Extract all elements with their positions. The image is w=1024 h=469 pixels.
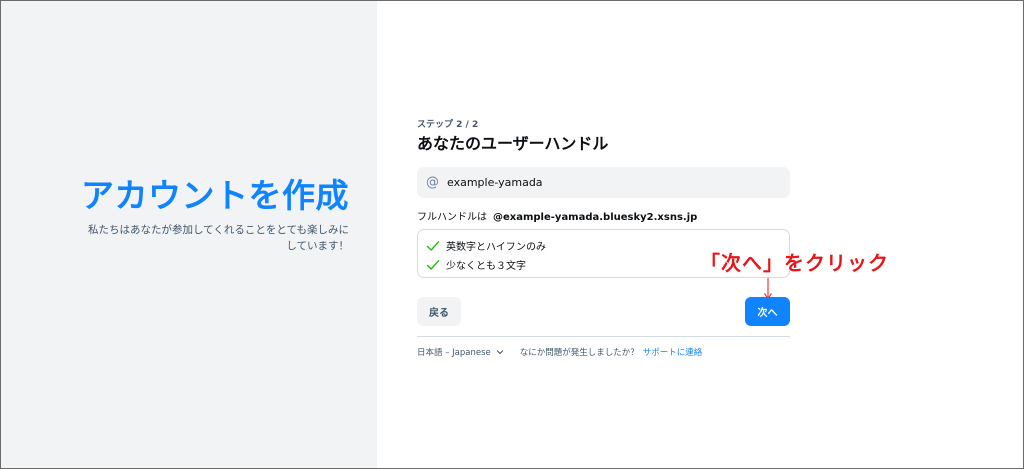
full-handle-text: フルハンドルは @example-yamada.bluesky2.xsns.jp (417, 208, 697, 223)
check-icon (426, 259, 440, 270)
at-icon: @ (426, 175, 439, 190)
left-panel: アカウントを作成 私たちはあなたが参加してくれることをとても楽しみにしています！ (1, 1, 377, 468)
form-heading: あなたのユーザーハンドル (417, 134, 609, 153)
back-button[interactable]: 戻る (417, 297, 461, 326)
full-handle-label: フルハンドルは (417, 212, 487, 223)
page-title: アカウントを作成 (81, 176, 349, 215)
chevron-down-icon (496, 350, 504, 355)
language-label: 日本語 – Japanese (417, 348, 491, 358)
support-link[interactable]: サポートに連絡 (643, 346, 703, 358)
handle-input[interactable]: @ example-yamada (417, 167, 790, 198)
help-text: なにか問題が発生しましたか？ (519, 348, 639, 358)
divider (417, 336, 790, 337)
footer: 日本語 – Japanese なにか問題が発生しましたか？ サポートに連絡 (417, 346, 702, 358)
step-indicator: ステップ 2 / 2 (417, 120, 479, 130)
handle-input-value: example-yamada (447, 176, 543, 189)
page-subtitle: 私たちはあなたが参加してくれることをとても楽しみにしています！ (87, 224, 349, 252)
annotation-callout: 「次へ」をクリック (700, 251, 889, 275)
next-button[interactable]: 次へ (745, 297, 790, 326)
requirement-label: 英数字とハイフンのみ (446, 242, 546, 253)
requirement-label: 少なくとも３文字 (446, 261, 526, 272)
full-handle-value: @example-yamada.bluesky2.xsns.jp (493, 212, 698, 223)
language-select[interactable]: 日本語 – Japanese (417, 346, 504, 358)
check-icon (426, 240, 440, 251)
signup-form: ステップ 2 / 2 あなたのユーザーハンドル @ example-yamada… (417, 0, 791, 469)
